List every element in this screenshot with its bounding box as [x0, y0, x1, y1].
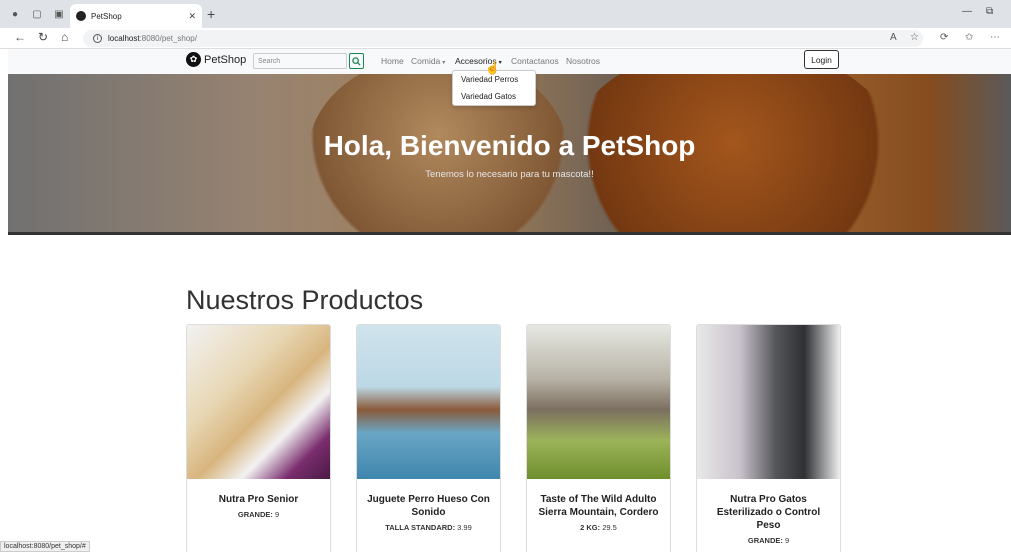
mouse-cursor-icon: ☝ — [485, 61, 500, 75]
favorites-icon[interactable]: ✩ — [965, 32, 973, 43]
product-name[interactable]: Nutra Pro Gatos Esterilizado o Control P… — [697, 493, 840, 532]
caret-down-icon: ▾ — [442, 60, 446, 66]
nav-nosotros[interactable]: Nosotros — [566, 56, 600, 66]
paw-icon: ✿ — [186, 52, 201, 67]
nav-comida[interactable]: Comida ▾ — [411, 56, 445, 66]
nav-home[interactable]: Home — [381, 56, 404, 66]
close-tab-icon[interactable]: ✕ — [188, 11, 196, 22]
search-button[interactable] — [349, 53, 364, 69]
product-image[interactable] — [697, 325, 840, 479]
paw-favicon-icon — [76, 11, 86, 21]
dropdown-item-gatos[interactable]: Variedad Gatos — [453, 88, 535, 105]
hero-subtitle: Tenemos lo necesario para tu mascota!! — [425, 169, 594, 180]
refresh-icon[interactable]: ↻ — [38, 30, 48, 44]
nav-comida-label: Comida — [411, 56, 441, 66]
address-bar[interactable]: i localhost:8080/pet_shop/ — [83, 30, 923, 47]
tab-actions-icon[interactable]: ▣ — [52, 7, 66, 21]
url-host: localhost — [108, 34, 140, 43]
product-name[interactable]: Juguete Perro Hueso Con Sonido — [357, 493, 500, 519]
read-aloud-icon[interactable]: A — [890, 32, 897, 43]
new-tab-icon[interactable]: + — [207, 6, 215, 22]
back-icon[interactable]: ← — [14, 30, 26, 44]
hero-divider — [8, 232, 1011, 235]
product-image[interactable] — [527, 325, 670, 479]
search-input[interactable]: Search — [253, 53, 347, 69]
restore-icon[interactable]: ⧉ — [986, 6, 993, 17]
product-size: TALLA STANDARD: 3.99 — [385, 523, 472, 532]
product-size: GRANDE: 9 — [747, 536, 790, 545]
product-card[interactable]: Taste of The Wild Adulto Sierra Mountain… — [526, 324, 671, 552]
brand-name: PetShop — [204, 53, 247, 66]
minimize-icon[interactable]: — — [962, 6, 972, 17]
product-card[interactable]: Juguete Perro Hueso Con Sonido TALLA STA… — [356, 324, 501, 552]
workspaces-icon[interactable]: ▢ — [30, 7, 44, 21]
nav-contactanos[interactable]: Contactanos — [511, 56, 559, 66]
product-name[interactable]: Nutra Pro Senior — [187, 493, 330, 506]
product-card[interactable]: Nutra Pro Senior GRANDE: 9 — [186, 324, 331, 552]
product-size: 2 KG: 29.5 — [580, 523, 617, 532]
extensions-icon[interactable]: ⟳ — [940, 32, 948, 43]
site-info-icon[interactable]: i — [93, 34, 102, 43]
profile-icon[interactable]: ● — [8, 7, 22, 21]
search-icon — [352, 56, 361, 66]
products-title: Nuestros Productos — [186, 285, 424, 315]
url-path: :8080/pet_shop/ — [139, 34, 197, 43]
brand-logo[interactable]: ✿ PetShop — [186, 52, 246, 67]
product-image[interactable] — [357, 325, 500, 479]
browser-tab[interactable]: PetShop ✕ — [70, 4, 202, 28]
home-icon[interactable]: ⌂ — [61, 30, 68, 44]
product-name[interactable]: Taste of The Wild Adulto Sierra Mountain… — [527, 493, 670, 519]
login-button[interactable]: Login — [804, 50, 839, 69]
address-toolbar: ← ↻ ⌂ i localhost:8080/pet_shop/ A ☆ ⟳ ✩… — [0, 28, 1011, 49]
product-card[interactable]: Nutra Pro Gatos Esterilizado o Control P… — [696, 324, 841, 552]
product-size: GRANDE: 9 — [237, 510, 280, 519]
accesorios-dropdown: Variedad Perros Variedad Gatos — [452, 70, 536, 106]
favorite-star-icon[interactable]: ☆ — [910, 32, 919, 43]
hero-title: Hola, Bienvenido a PetShop — [323, 130, 696, 161]
status-bar-url: localhost:8080/pet_shop/# — [0, 541, 90, 552]
product-image[interactable] — [187, 325, 330, 479]
tab-title: PetShop — [91, 11, 122, 21]
more-menu-icon[interactable]: ⋯ — [990, 32, 1000, 43]
page-viewport: ✿ PetShop Search Home Comida ▾ Accesorios… — [8, 49, 1011, 552]
